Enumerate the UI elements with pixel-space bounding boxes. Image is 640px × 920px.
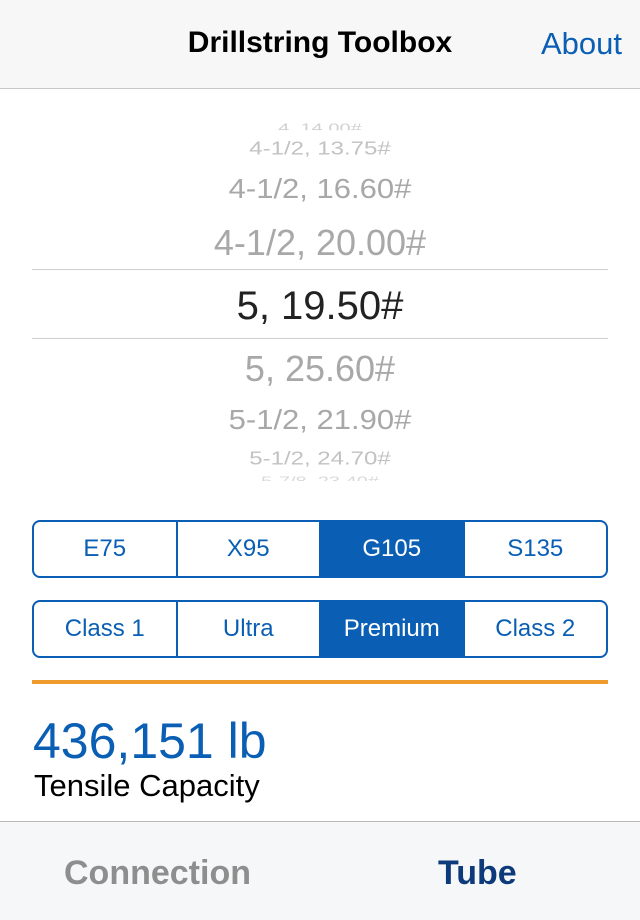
class-ultra[interactable]: Ultra [175,602,320,656]
selection-line-bottom [32,338,608,339]
class-premium[interactable]: Premium [319,602,463,656]
grade-x95[interactable]: X95 [175,522,320,576]
pipe-size-picker[interactable]: 4, 14.00# 4-1/2, 13.75# 4-1/2, 16.60# 4-… [0,89,640,489]
picker-item[interactable]: 5, 25.60# [0,348,640,390]
picker-item[interactable]: 4-1/2, 16.60# [0,173,640,205]
picker-item[interactable]: 4-1/2, 20.00# [0,222,640,264]
grade-e75[interactable]: E75 [34,522,176,576]
picker-item[interactable]: 4-1/2, 13.75# [0,139,640,160]
about-button[interactable]: About [541,26,622,62]
class-2[interactable]: Class 2 [462,602,607,656]
grade-g105[interactable]: G105 [319,522,463,576]
tensile-capacity-value: 436,151 lb [33,713,267,769]
selection-line-top [32,269,608,270]
tab-tube[interactable]: Tube [438,854,517,893]
tab-connection[interactable]: Connection [64,854,251,893]
picker-item-selected[interactable]: 5, 19.50# [0,284,640,329]
picker-item[interactable]: 5-7/8, 23.40# [0,475,640,481]
tab-bar: Connection Tube [0,821,640,920]
divider [32,680,608,684]
grade-segmented-control: E75 X95 G105 S135 [32,520,608,578]
picker-item[interactable]: 5-1/2, 21.90# [0,404,640,436]
navigation-bar: Drillstring Toolbox About [0,0,640,89]
picker-item[interactable]: 4, 14.00# [0,122,640,130]
picker-item[interactable]: 5-1/2, 24.70# [0,449,640,470]
tensile-capacity-label: Tensile Capacity [34,768,260,803]
class-segmented-control: Class 1 Ultra Premium Class 2 [32,600,608,658]
grade-s135[interactable]: S135 [462,522,607,576]
class-1[interactable]: Class 1 [34,602,176,656]
